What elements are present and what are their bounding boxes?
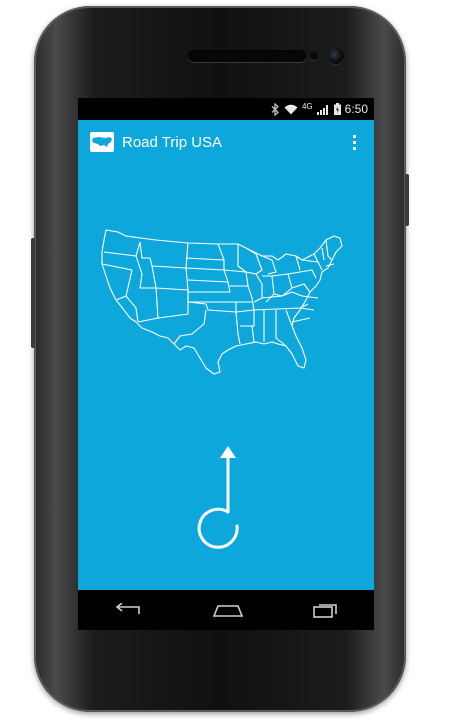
back-icon[interactable] — [113, 603, 143, 617]
earpiece-speaker — [188, 50, 306, 62]
front-camera — [328, 48, 344, 64]
usa-states-map — [101, 229, 343, 375]
main-content — [78, 164, 374, 590]
usa-map-icon[interactable] — [90, 132, 114, 152]
signal-icon — [316, 104, 328, 115]
navigation-bar — [78, 590, 374, 630]
overflow-menu-icon[interactable] — [344, 130, 364, 154]
screen: 4G 6:50 Road Trip USA — [78, 98, 374, 630]
proximity-sensor — [310, 52, 318, 60]
power-button — [405, 174, 409, 226]
volume-button — [31, 238, 35, 348]
clock: 6:50 — [344, 102, 368, 116]
turn-arrow-icon — [197, 446, 239, 549]
battery-icon — [333, 103, 341, 115]
app-title: Road Trip USA — [122, 133, 223, 151]
home-icon[interactable] — [212, 603, 244, 617]
action-bar: Road Trip USA — [78, 120, 374, 164]
status-bar: 4G 6:50 — [78, 98, 374, 120]
bluetooth-icon — [271, 102, 279, 116]
network-type-label: 4G — [301, 101, 313, 111]
recent-apps-icon[interactable] — [313, 602, 339, 618]
wifi-icon — [284, 104, 298, 114]
